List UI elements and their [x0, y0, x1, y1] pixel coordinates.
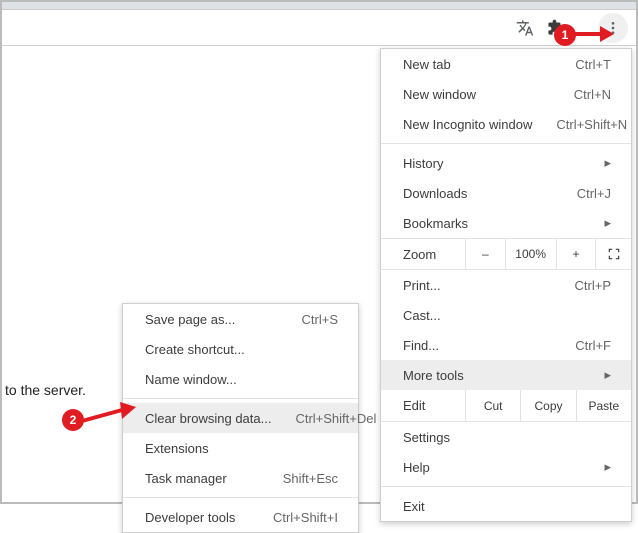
- submenu-save-page[interactable]: Save page as... Ctrl+S: [123, 304, 358, 334]
- submenu-extensions[interactable]: Extensions: [123, 433, 358, 463]
- menu-more-tools[interactable]: More tools ▸: [381, 360, 631, 390]
- menu-new-window[interactable]: New window Ctrl+N: [381, 79, 631, 109]
- menu-label: More tools: [403, 368, 588, 383]
- menu-separator: [123, 497, 358, 498]
- menu-label: Settings: [403, 430, 611, 445]
- menu-settings[interactable]: Settings: [381, 422, 631, 452]
- translate-icon[interactable]: [510, 13, 540, 43]
- menu-label: History: [403, 156, 588, 171]
- menu-find[interactable]: Find... Ctrl+F: [381, 330, 631, 360]
- menu-new-incognito[interactable]: New Incognito window Ctrl+Shift+N: [381, 109, 631, 139]
- menu-separator: [381, 143, 631, 144]
- menu-print[interactable]: Print... Ctrl+P: [381, 270, 631, 300]
- menu-label: New window: [403, 87, 550, 102]
- menu-exit[interactable]: Exit: [381, 491, 631, 521]
- zoom-out-button[interactable]: –: [465, 239, 505, 269]
- menu-shortcut: Shift+Esc: [259, 471, 338, 486]
- menu-label: Downloads: [403, 186, 553, 201]
- menu-zoom: Zoom – 100% +: [381, 238, 631, 270]
- fullscreen-icon[interactable]: [595, 239, 631, 269]
- chevron-right-icon: ▸: [588, 215, 611, 231]
- menu-label: Help: [403, 460, 588, 475]
- menu-label: Exit: [403, 499, 611, 514]
- menu-shortcut: Ctrl+N: [550, 87, 611, 102]
- menu-label: Print...: [403, 278, 551, 293]
- chevron-right-icon: ▸: [588, 155, 611, 171]
- menu-label: Bookmarks: [403, 216, 588, 231]
- menu-label: Developer tools: [145, 510, 249, 525]
- page-text: to the server.: [5, 382, 86, 398]
- main-menu: New tab Ctrl+T New window Ctrl+N New Inc…: [380, 48, 632, 522]
- edit-label: Edit: [381, 390, 465, 421]
- menu-shortcut: Ctrl+P: [551, 278, 611, 293]
- menu-shortcut: Ctrl+Shift+N: [532, 117, 627, 132]
- menu-label: Cast...: [403, 308, 611, 323]
- zoom-label: Zoom: [381, 239, 465, 269]
- toolbar: [2, 10, 636, 46]
- tab-strip: [2, 2, 636, 10]
- menu-label: Name window...: [145, 372, 338, 387]
- menu-label: Create shortcut...: [145, 342, 338, 357]
- annotation-badge-1: 1: [554, 24, 576, 46]
- menu-shortcut: Ctrl+T: [551, 57, 611, 72]
- edit-cut[interactable]: Cut: [465, 390, 520, 421]
- menu-label: Task manager: [145, 471, 259, 486]
- submenu-name-window[interactable]: Name window...: [123, 364, 358, 394]
- menu-cast[interactable]: Cast...: [381, 300, 631, 330]
- menu-new-tab[interactable]: New tab Ctrl+T: [381, 49, 631, 79]
- more-tools-submenu: Save page as... Ctrl+S Create shortcut..…: [122, 303, 359, 533]
- menu-help[interactable]: Help ▸: [381, 452, 631, 482]
- menu-separator: [381, 486, 631, 487]
- edit-paste[interactable]: Paste: [576, 390, 631, 421]
- menu-label: New tab: [403, 57, 551, 72]
- menu-edit: Edit Cut Copy Paste: [381, 390, 631, 422]
- submenu-developer-tools[interactable]: Developer tools Ctrl+Shift+I: [123, 502, 358, 532]
- menu-history[interactable]: History ▸: [381, 148, 631, 178]
- chevron-right-icon: ▸: [588, 367, 611, 383]
- menu-shortcut: Ctrl+S: [278, 312, 338, 327]
- menu-label: Clear browsing data...: [145, 411, 271, 426]
- menu-shortcut: Ctrl+Shift+Del: [271, 411, 376, 426]
- annotation-badge-2: 2: [62, 409, 84, 431]
- menu-downloads[interactable]: Downloads Ctrl+J: [381, 178, 631, 208]
- menu-separator: [123, 398, 358, 399]
- submenu-create-shortcut[interactable]: Create shortcut...: [123, 334, 358, 364]
- menu-shortcut: Ctrl+J: [553, 186, 611, 201]
- menu-label: New Incognito window: [403, 117, 532, 132]
- menu-label: Save page as...: [145, 312, 278, 327]
- zoom-in-button[interactable]: +: [556, 239, 596, 269]
- annotation-arrow-2: [80, 401, 138, 427]
- menu-bookmarks[interactable]: Bookmarks ▸: [381, 208, 631, 238]
- menu-label: Find...: [403, 338, 551, 353]
- edit-copy[interactable]: Copy: [520, 390, 575, 421]
- menu-shortcut: Ctrl+Shift+I: [249, 510, 338, 525]
- zoom-value: 100%: [505, 239, 556, 269]
- submenu-task-manager[interactable]: Task manager Shift+Esc: [123, 463, 358, 493]
- menu-shortcut: Ctrl+F: [551, 338, 611, 353]
- chevron-right-icon: ▸: [588, 459, 611, 475]
- submenu-clear-browsing-data[interactable]: Clear browsing data... Ctrl+Shift+Del: [123, 403, 358, 433]
- menu-label: Extensions: [145, 441, 338, 456]
